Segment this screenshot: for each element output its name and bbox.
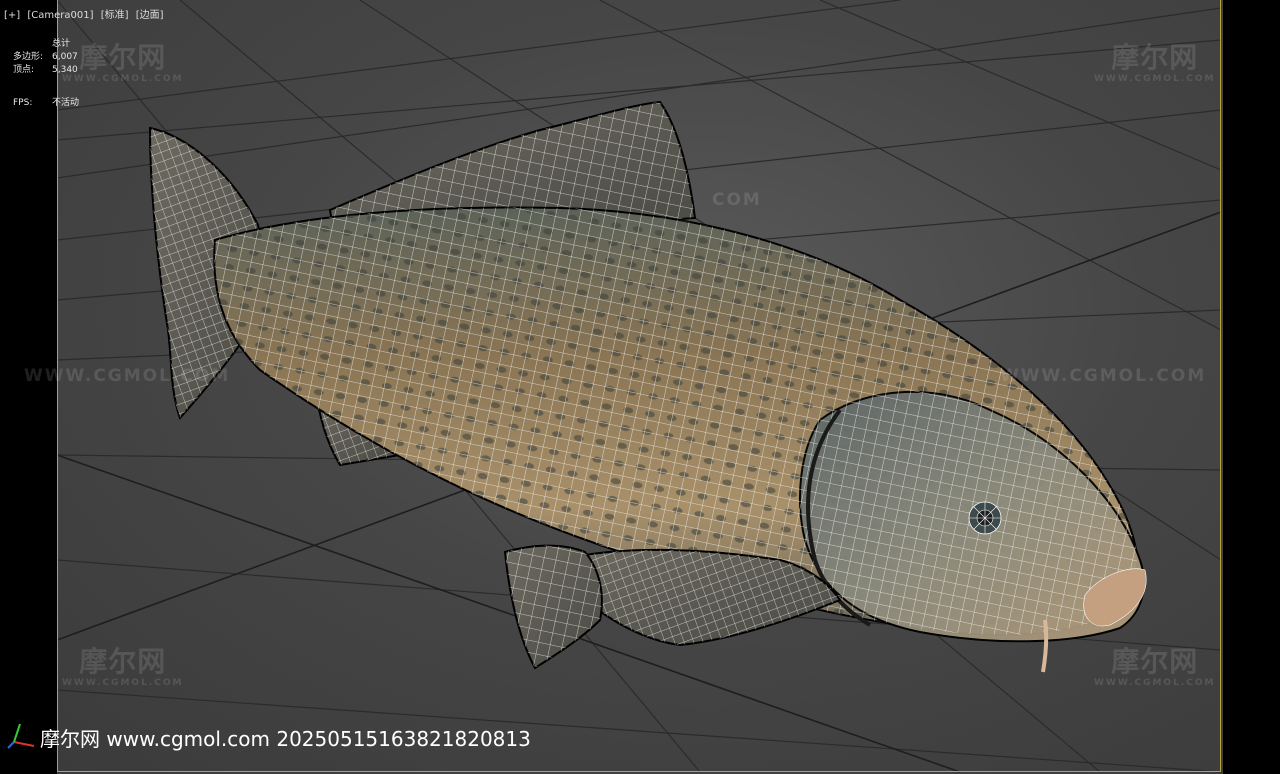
stats-polys-label: 多边形: bbox=[13, 52, 44, 62]
stats-polys-row: 多边形: 6,007 bbox=[13, 51, 79, 64]
stats-polys-value: 6,007 bbox=[52, 52, 78, 62]
viewport-letterbox-left bbox=[0, 0, 57, 774]
viewport-label-menu: [+] [Camera001] [标准] [边面] bbox=[4, 6, 168, 21]
watermark-text-right: WWW.CGMOL.COM bbox=[1000, 366, 1207, 386]
viewport-shading-menu[interactable]: [标准] bbox=[101, 10, 129, 21]
watermark-logo-top-left: 摩尔网 WWW.CGMOL.COM bbox=[62, 41, 184, 84]
stats-verts-label: 顶点: bbox=[13, 65, 35, 75]
camera-viewport[interactable]: 摩尔网 WWW.CGMOL.COM 摩尔网 WWW.CGMOL.COM 摩尔网 … bbox=[0, 0, 1280, 774]
watermark-text-center: COM bbox=[712, 190, 762, 210]
axis-tripod-icon bbox=[7, 723, 35, 749]
stats-verts-value: 5,340 bbox=[52, 65, 78, 75]
watermark-text-left: WWW.CGMOL.COM bbox=[24, 366, 231, 386]
stats-title: 总计 bbox=[52, 39, 71, 49]
watermark-logo-top-right: 摩尔网 WWW.CGMOL.COM bbox=[1094, 41, 1216, 84]
stats-fps-row: FPS: 不活动 bbox=[13, 97, 79, 110]
safe-frame bbox=[57, 0, 1221, 772]
watermark-logo-bottom-right: 摩尔网 WWW.CGMOL.COM bbox=[1094, 645, 1216, 688]
viewport-display-menu[interactable]: [边面] bbox=[136, 10, 164, 21]
statistics-overlay: 总计 多边形: 6,007 顶点: 5,340 FPS: 不活动 bbox=[13, 38, 79, 110]
viewport-letterbox-right bbox=[1223, 0, 1280, 774]
stats-fps-label: FPS: bbox=[13, 98, 33, 108]
viewport-point-of-view-menu[interactable]: [Camera001] bbox=[27, 10, 93, 21]
viewport-general-menu[interactable]: [+] bbox=[4, 10, 20, 21]
stats-verts-row: 顶点: 5,340 bbox=[13, 64, 79, 77]
stats-fps-value: 不活动 bbox=[52, 98, 80, 108]
footer-watermark-caption: 摩尔网 www.cgmol.com 20250515163821820813 bbox=[40, 727, 531, 751]
watermark-logo-bottom-left: 摩尔网 WWW.CGMOL.COM bbox=[62, 645, 184, 688]
